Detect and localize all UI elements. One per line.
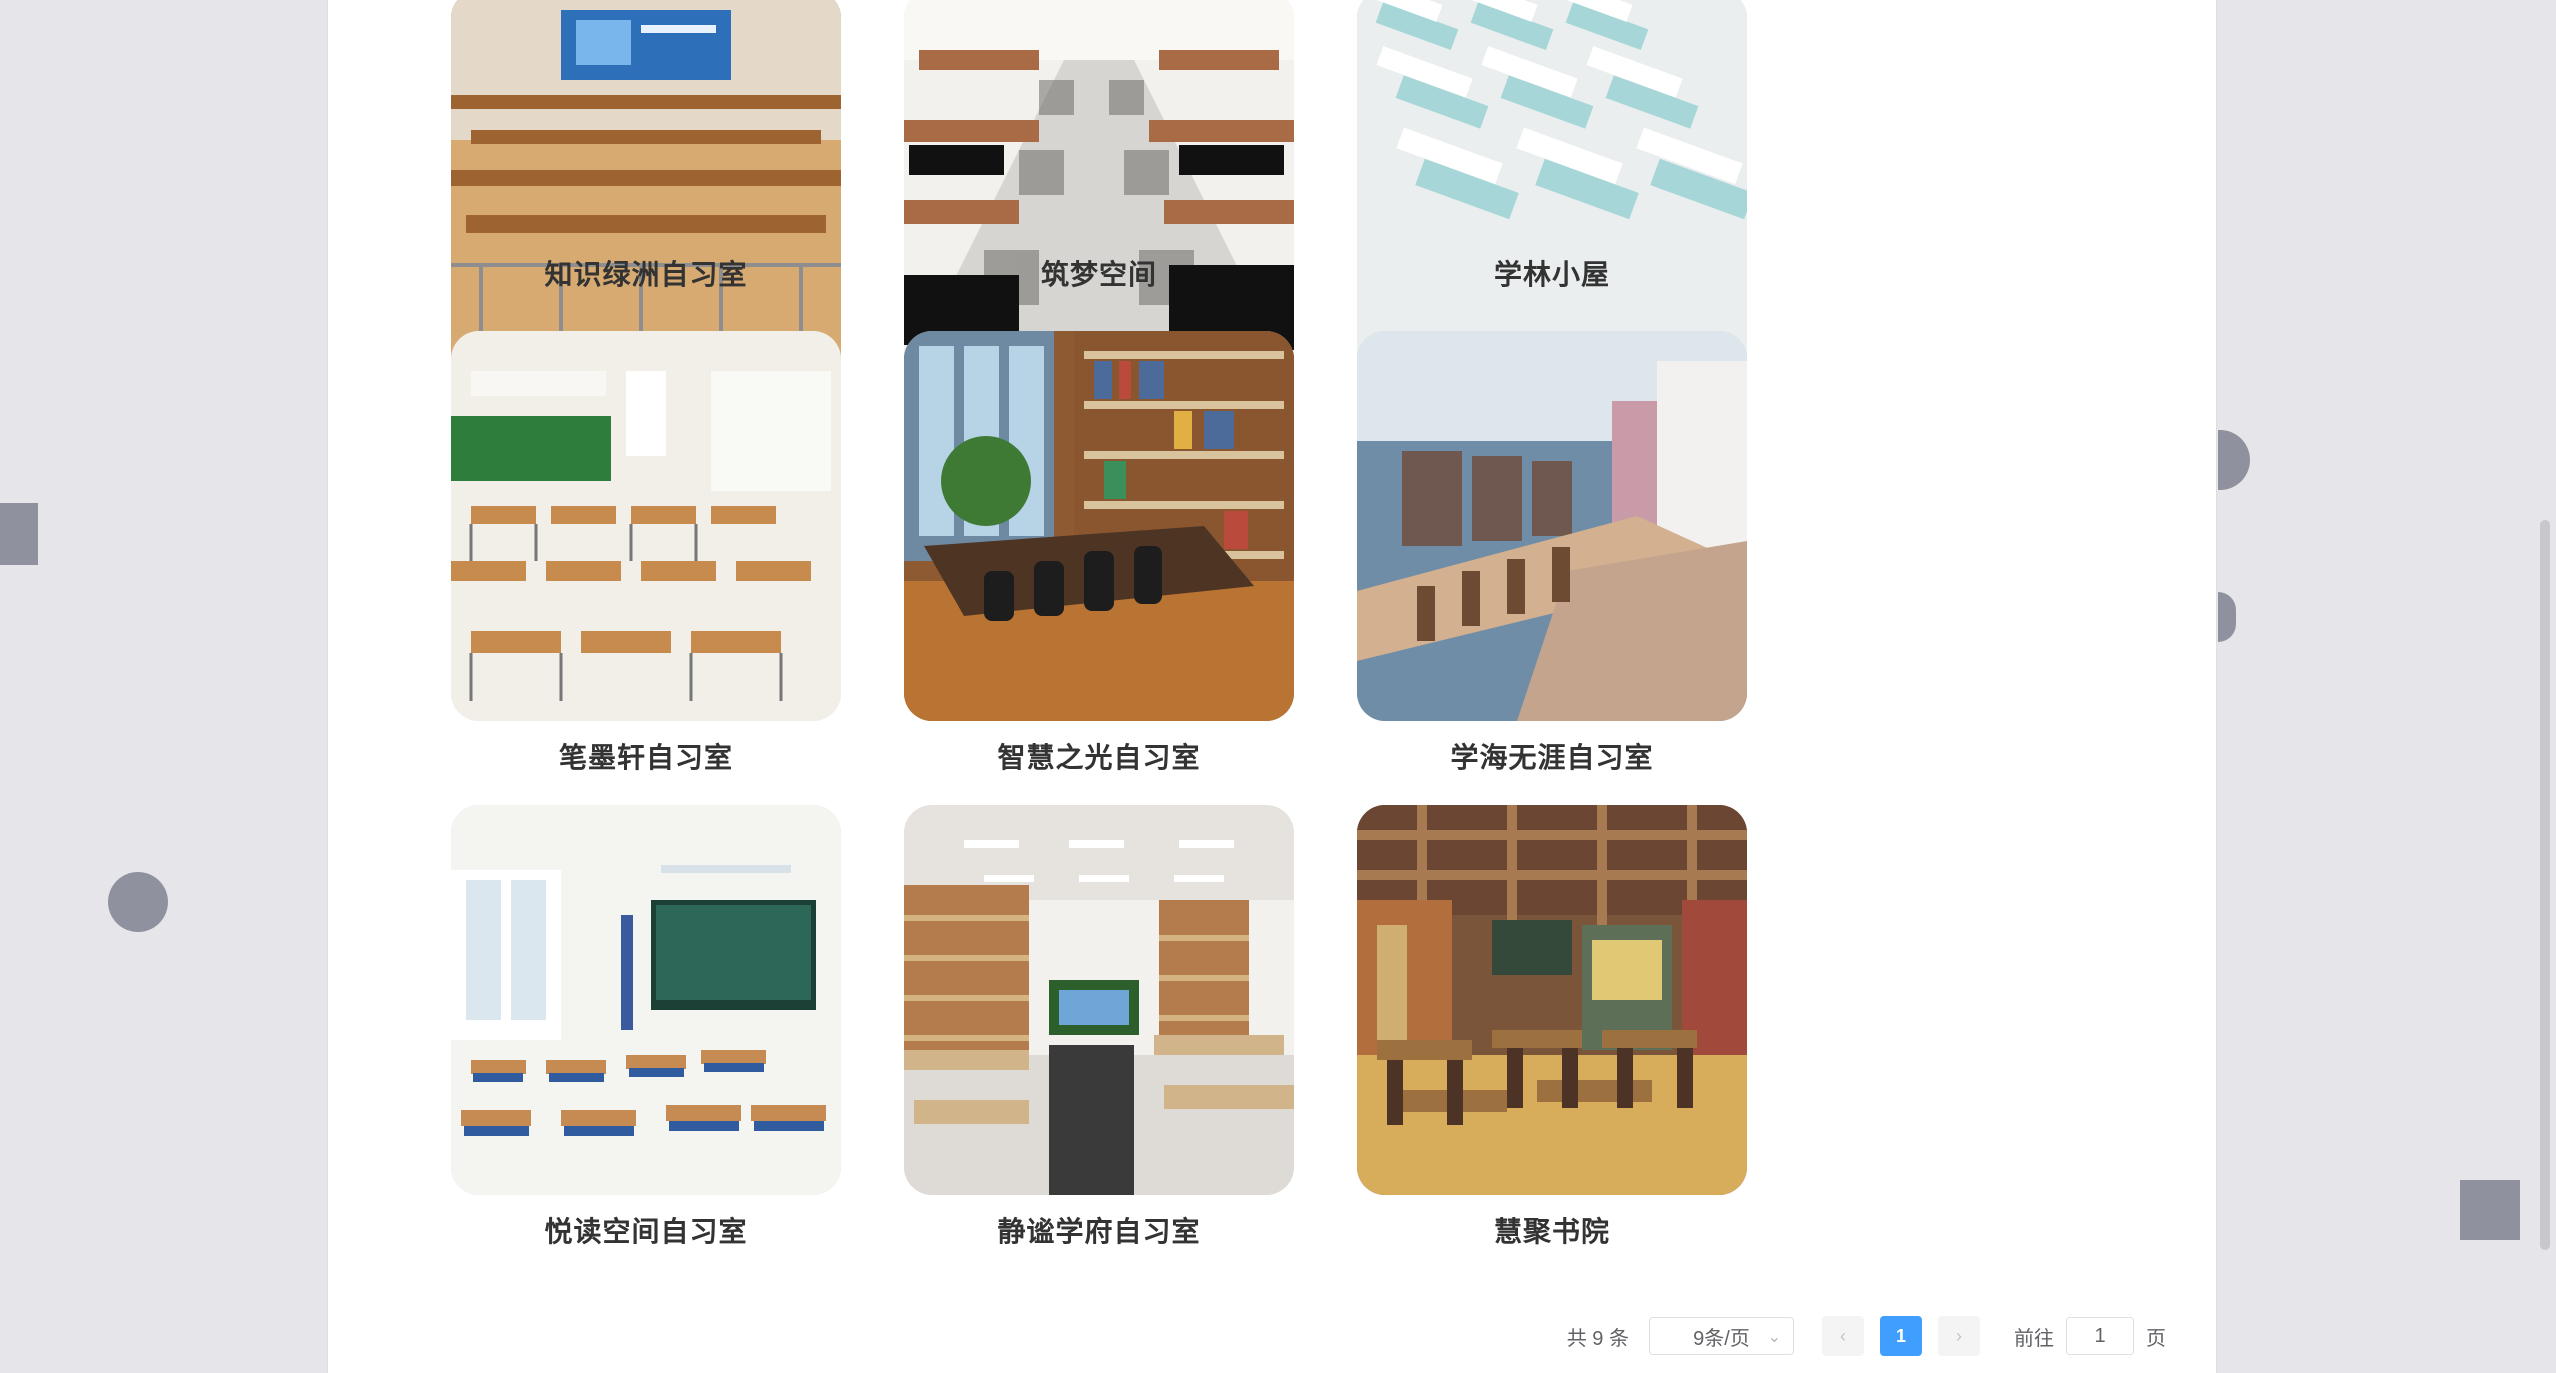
room-image-checkered-classroom[interactable] xyxy=(904,0,1294,380)
room-card[interactable]: 悦读空间自习室 xyxy=(451,805,841,1275)
long-desk-study-hall-image xyxy=(1357,331,1747,721)
next-page-button[interactable]: › xyxy=(1938,1316,1980,1356)
current-page-number: 1 xyxy=(1895,1325,1906,1346)
page-jumper: 前往 1 页 xyxy=(2014,1317,2166,1355)
goto-page-input[interactable]: 1 xyxy=(2066,1317,2134,1355)
room-image-warm-reading-room[interactable] xyxy=(1357,805,1747,1195)
lecture-hall-image xyxy=(451,0,841,380)
room-image-bookshelf-study-room[interactable] xyxy=(904,805,1294,1195)
room-title[interactable]: 知识绿洲自习室 xyxy=(451,258,841,292)
room-title[interactable]: 学林小屋 xyxy=(1357,258,1747,292)
room-title[interactable]: 学海无涯自习室 xyxy=(1357,741,1747,775)
decorative-circle-left xyxy=(108,872,168,932)
study-room-grid: 知识绿洲自习室 筑梦空间 学林小屋 笔墨轩自习室 智慧之光自习室 学海无涯自习室… xyxy=(451,0,1747,1270)
goto-suffix: 页 xyxy=(2146,1327,2166,1350)
room-card[interactable]: 学海无涯自习室 xyxy=(1357,331,1747,801)
room-card[interactable]: 慧聚书院 xyxy=(1357,805,1747,1275)
pagination: 共 9 条 9条/页 ⌄ ‹ 1 › 前往 1 页 xyxy=(1567,1315,2166,1357)
main-content: 知识绿洲自习室 筑梦空间 学林小屋 笔墨轩自习室 智慧之光自习室 学海无涯自习室… xyxy=(328,0,2216,1373)
exam-hall-image xyxy=(1357,0,1747,380)
page-size-select[interactable]: 9条/页 ⌄ xyxy=(1649,1317,1794,1355)
school-classroom-image xyxy=(451,331,841,721)
room-image-exam-hall[interactable] xyxy=(1357,0,1747,380)
decorative-circle-right-top xyxy=(2218,430,2250,490)
chevron-down-icon: ⌄ xyxy=(1767,1329,1781,1346)
page-size-value: 9条/页 xyxy=(1693,1327,1750,1350)
room-card[interactable]: 静谧学府自习室 xyxy=(904,805,1294,1275)
room-title[interactable]: 筑梦空间 xyxy=(904,258,1294,292)
page-number-button[interactable]: 1 xyxy=(1880,1316,1922,1356)
chevron-left-icon: ‹ xyxy=(1840,1325,1846,1346)
decorative-circle-right-middle xyxy=(2218,592,2236,642)
bookshelf-study-room-image xyxy=(904,805,1294,1195)
room-title[interactable]: 慧聚书院 xyxy=(1357,1215,1747,1249)
decorative-square-left xyxy=(0,503,38,565)
room-image-library-room[interactable] xyxy=(904,331,1294,721)
previous-page-button[interactable]: ‹ xyxy=(1822,1316,1864,1356)
blackboard-classroom-image xyxy=(451,805,841,1195)
room-title[interactable]: 智慧之光自习室 xyxy=(904,741,1294,775)
room-title[interactable]: 悦读空间自习室 xyxy=(451,1215,841,1249)
decorative-square-right xyxy=(2460,1180,2520,1240)
room-card[interactable]: 笔墨轩自习室 xyxy=(451,331,841,801)
page-scrollbar[interactable] xyxy=(2540,520,2550,1250)
room-image-blackboard-classroom[interactable] xyxy=(451,805,841,1195)
study-room-page: 知识绿洲自习室 筑梦空间 学林小屋 笔墨轩自习室 智慧之光自习室 学海无涯自习室… xyxy=(0,0,2556,1373)
goto-prefix: 前往 xyxy=(2014,1327,2054,1350)
pagination-total: 共 9 条 xyxy=(1566,1327,1629,1350)
warm-reading-room-image xyxy=(1357,805,1747,1195)
room-title[interactable]: 笔墨轩自习室 xyxy=(451,741,841,775)
room-card[interactable]: 智慧之光自习室 xyxy=(904,331,1294,801)
room-title[interactable]: 静谧学府自习室 xyxy=(904,1215,1294,1249)
library-room-image xyxy=(904,331,1294,721)
room-image-school-classroom[interactable] xyxy=(451,331,841,721)
room-image-long-desk-study-hall[interactable] xyxy=(1357,331,1747,721)
chevron-right-icon: › xyxy=(1956,1325,1962,1346)
room-image-lecture-hall[interactable] xyxy=(451,0,841,380)
checkered-classroom-image xyxy=(904,0,1294,380)
